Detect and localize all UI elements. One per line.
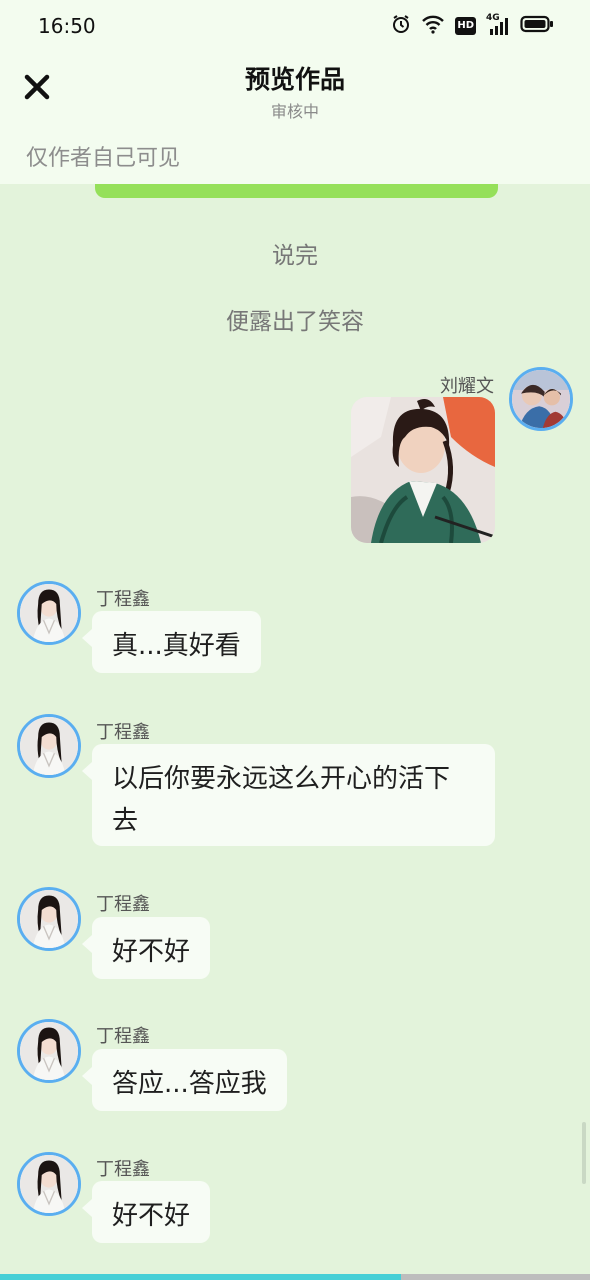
avatar[interactable] <box>509 367 573 431</box>
hd-icon: HD <box>455 17 476 35</box>
photo-image <box>351 397 495 543</box>
avatar[interactable] <box>17 581 81 645</box>
avatar-image <box>20 890 78 948</box>
message-bubble[interactable]: 答应...答应我 <box>82 1049 287 1111</box>
avatar[interactable] <box>17 887 81 951</box>
signal-4g-icon: 4G <box>486 13 510 36</box>
reading-progress-fill <box>0 1274 402 1280</box>
message-bubble[interactable]: 好不好 <box>81 917 211 979</box>
wifi-icon <box>421 14 445 38</box>
message-bubble[interactable]: 以后你要永远这么开心的活下去 <box>82 744 495 846</box>
message-image[interactable] <box>351 397 495 543</box>
avatar-image <box>20 584 78 642</box>
status-time: 16:50 <box>38 14 96 38</box>
header: 16:50 HD 4G 预览作品 审核中 仅作者自己可见 <box>0 0 590 184</box>
status-bar: 16:50 HD 4G <box>0 0 590 52</box>
avatar-image <box>512 370 570 428</box>
avatar[interactable] <box>17 1019 81 1083</box>
sender-name: 丁程鑫 <box>96 1026 150 1047</box>
visibility-note: 仅作者自己可见 <box>26 146 181 171</box>
sender-name: 丁程鑫 <box>96 722 150 743</box>
page-title: 预览作品 <box>244 65 345 94</box>
sender-name: 丁程鑫 <box>96 894 150 915</box>
avatar-image <box>20 1022 78 1080</box>
sender-name: 丁程鑫 <box>96 589 150 610</box>
narration-line: 便露出了笑容 <box>226 309 364 335</box>
narration-line: 说完 <box>272 243 318 269</box>
battery-icon <box>520 14 554 38</box>
avatar-image <box>20 1155 78 1213</box>
review-status: 审核中 <box>270 102 319 121</box>
avatar[interactable] <box>17 714 81 778</box>
alarm-icon <box>391 14 411 38</box>
previous-bubble-edge <box>95 184 498 198</box>
avatar[interactable] <box>17 1152 81 1216</box>
status-icons: HD 4G <box>391 13 554 38</box>
sender-name: 丁程鑫 <box>96 1159 150 1180</box>
avatar-image <box>20 717 78 775</box>
message-bubble[interactable]: 真...真好看 <box>82 611 261 673</box>
sender-name: 刘耀文 <box>440 376 494 397</box>
message-bubble[interactable]: 好不好 <box>81 1181 211 1243</box>
reading-progress-bar <box>0 1274 590 1280</box>
scrollbar[interactable] <box>582 1122 586 1184</box>
